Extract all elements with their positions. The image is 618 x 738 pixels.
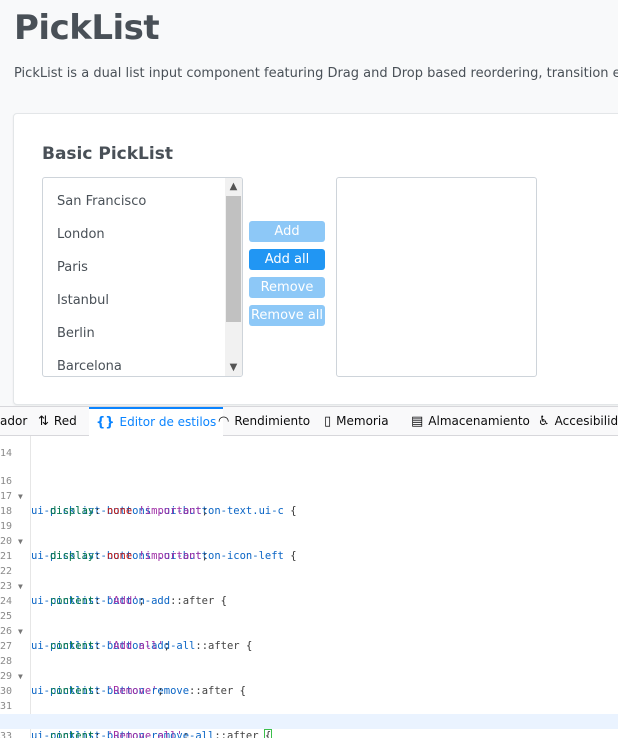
tab-memory[interactable]: ▯ Memoria: [324, 407, 389, 436]
tab-accessibility[interactable]: ♿ Accesibilid: [538, 407, 618, 436]
tab-label: ador: [0, 414, 28, 428]
tab-label: Accesibilid: [554, 414, 618, 428]
page-description: PickList is a dual list input component …: [14, 66, 618, 81]
source-list-scrollbar[interactable]: ▲ ▼: [225, 178, 242, 376]
list-item[interactable]: Berlin: [57, 326, 95, 341]
accessibility-icon: ♿: [538, 414, 550, 429]
target-list[interactable]: [336, 177, 537, 377]
code-line: 30: [0, 669, 618, 697]
tab-label: Red: [53, 414, 77, 428]
list-item[interactable]: Barcelona: [57, 359, 122, 374]
tab-network[interactable]: ⇅ Red: [38, 407, 77, 436]
list-item[interactable]: San Francisco: [57, 194, 146, 209]
code-line: 14: [0, 436, 618, 459]
tab-label: Editor de estilos: [119, 415, 217, 429]
list-item[interactable]: Paris: [57, 260, 88, 275]
tab-label: Memoria: [336, 414, 389, 428]
code-line: 23 content: 'Add';: [0, 581, 145, 607]
code-line: 34: [0, 729, 618, 738]
scrollbar-thumb[interactable]: [226, 196, 241, 322]
tab-label: Almacenamiento: [428, 414, 530, 428]
code-line: 29 content: 'Remove';: [0, 671, 164, 697]
code-line: 16 ▼ ui-picklist-buttons .ui-button-text…: [0, 476, 297, 517]
network-icon: ⇅: [38, 414, 49, 429]
code-line: 31 ▼ ui-picklist-button-remove-all::afte…: [0, 684, 618, 738]
code-line: 18: [0, 489, 618, 517]
code-line: 17 display: none !important;: [0, 491, 209, 517]
code-line: 19 ▼ ui-picklist-buttons .ui-button-icon…: [0, 521, 297, 562]
list-item[interactable]: London: [57, 227, 105, 242]
source-list-items: San Francisco London Paris Istanbul Berl…: [43, 178, 225, 376]
add-button[interactable]: Add: [249, 221, 325, 242]
code-line: 25 ▼ ui-picklist-button-add-all::after {: [0, 611, 253, 652]
tab-style-editor[interactable]: {} Editor de estilos: [89, 407, 224, 436]
devtools-toolbar: ador ⇅ Red {} Editor de estilos ◠ Rendimien…: [0, 406, 618, 436]
scroll-down-icon[interactable]: ▼: [225, 359, 242, 376]
tab-label: Rendimiento: [234, 414, 311, 428]
add-all-button[interactable]: Add all: [249, 249, 325, 270]
code-line: 26 content: 'Add all';: [0, 626, 171, 652]
tab-storage[interactable]: ▤ Almacenamiento: [411, 407, 530, 436]
code-line: 20 display: none !important;: [0, 536, 209, 562]
code-line: 28 ▼ ui-picklist-button-remove::after {: [0, 656, 246, 697]
code-line: 32 content: 'Remove all';: [0, 699, 618, 738]
list-item[interactable]: Istanbul: [57, 293, 109, 308]
picklist-card: Basic PickList San Francisco London Pari…: [13, 113, 618, 405]
tab-inspector[interactable]: ador: [0, 407, 27, 436]
showcase-page: PickList PickList is a dual list input c…: [0, 0, 618, 406]
memory-chip-icon: ▯: [324, 414, 332, 429]
storage-icon: ▤: [411, 414, 424, 429]
gauge-icon: ◠: [218, 414, 230, 429]
braces-icon: {}: [96, 415, 115, 430]
page-title: PickList: [14, 8, 160, 48]
code-line: 24: [0, 579, 618, 607]
code-line: 22 ▼ ui-picklist-button-add::after {: [0, 566, 227, 607]
remove-button[interactable]: Remove: [249, 277, 325, 298]
code-line: 21: [0, 534, 618, 562]
source-list[interactable]: San Francisco London Paris Istanbul Berl…: [42, 177, 243, 377]
remove-all-button[interactable]: Remove all: [249, 305, 325, 326]
code-line-active[interactable]: 33: [0, 714, 618, 738]
tab-performance[interactable]: ◠ Rendimiento: [218, 407, 310, 436]
scroll-up-icon[interactable]: ▲: [225, 178, 242, 195]
card-title: Basic PickList: [42, 144, 173, 164]
code-line: 27: [0, 624, 618, 652]
style-editor[interactable]: 14 16 ▼ ui-picklist-buttons .ui-button-t…: [0, 436, 618, 738]
